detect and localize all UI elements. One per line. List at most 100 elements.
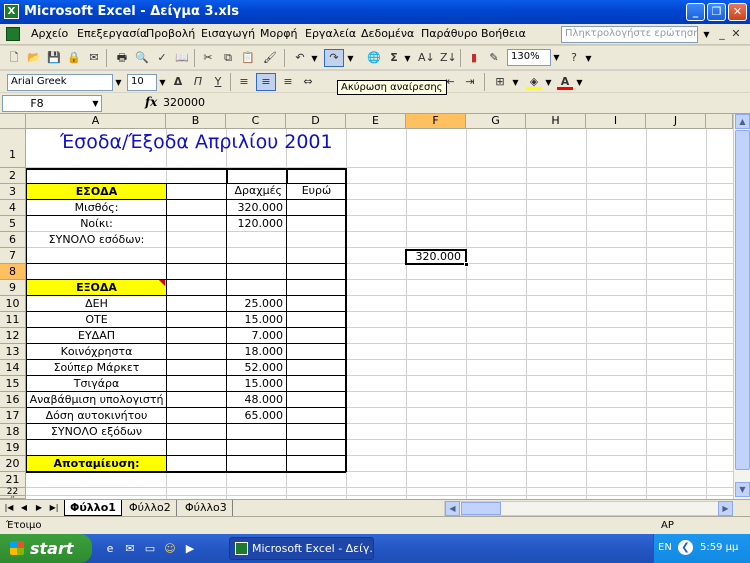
menu-format[interactable]: Μορφή [260,27,297,40]
bold-icon[interactable]: Δ [170,74,186,90]
sheet-tab-2[interactable]: Φύλλο2 [124,500,177,516]
outlook-icon[interactable]: ✉ [122,541,138,557]
taskbar-excel-button[interactable]: Microsoft Excel - Δείγ... [229,537,374,560]
expense-label[interactable]: ΔΕΗ [27,297,166,312]
row-header[interactable]: 20 [0,456,26,472]
formula-input[interactable]: 320000 [163,96,205,109]
scroll-up-icon[interactable]: ▲ [735,114,750,129]
font-color-icon[interactable]: A [557,74,573,90]
menu-window[interactable]: Παράθυρο [421,27,478,40]
select-all-corner[interactable] [0,114,26,129]
row-header[interactable]: 2 [0,168,26,184]
last-sheet-icon[interactable]: ▶| [48,502,60,514]
menu-data[interactable]: Δεδομένα [361,27,414,40]
row-header[interactable]: 5 [0,216,26,232]
expense-label[interactable]: ΕΥΔΑΠ [27,329,166,344]
column-header-a[interactable]: A [26,114,166,129]
column-header-i[interactable]: I [586,114,646,129]
header-euro[interactable]: Ευρώ [288,184,345,200]
income-header[interactable]: ΕΣΟΔΑ [27,185,166,200]
spelling-icon[interactable]: ✓ [154,50,170,66]
sheet-tab-1[interactable]: Φύλλο1 [64,500,122,516]
column-header-k[interactable] [706,114,733,129]
drawing-icon[interactable]: ✎ [486,50,502,66]
column-header-d[interactable]: D [286,114,346,129]
desktop-icon[interactable]: ▭ [142,541,158,557]
fill-color-dropdown-icon[interactable]: ▼ [543,75,554,90]
prev-sheet-icon[interactable]: ◀ [18,502,30,514]
expense-label[interactable]: Σούπερ Μάρκετ [27,361,166,376]
excel-app-icon[interactable]: X [4,4,19,19]
format-painter-icon[interactable]: 🖌 [262,50,278,66]
fill-handle[interactable] [464,262,469,267]
hyperlink-icon[interactable]: 🌐 [366,50,382,66]
row-header[interactable]: 8 [0,264,26,280]
autosum-dropdown-icon[interactable]: ▼ [402,51,413,66]
row-header[interactable]: 12 [0,328,26,344]
income-value[interactable]: 120.000 [227,217,284,232]
borders-dropdown-icon[interactable]: ▼ [510,75,521,90]
open-icon[interactable]: 📂 [26,50,42,66]
language-indicator[interactable]: EN [658,542,672,553]
research-icon[interactable]: 📖 [174,50,190,66]
autosum-icon[interactable]: Σ [386,50,402,66]
column-header-h[interactable]: H [526,114,586,129]
row-header[interactable]: 17 [0,408,26,424]
expense-label[interactable]: ΟΤΕ [27,313,166,328]
savings-label[interactable]: Αποταμίευση: [27,457,166,472]
help-icon[interactable]: ? [566,50,582,66]
merge-center-icon[interactable]: ⇔ [300,74,316,90]
copy-icon[interactable]: ⧉ [220,50,236,66]
document-icon[interactable] [6,27,20,41]
print-icon[interactable]: 🖶 [114,50,130,66]
row-header[interactable]: 7 [0,248,26,264]
column-header-j[interactable]: J [646,114,706,129]
menu-edit[interactable]: Επεξεργασία [77,27,147,40]
ie-icon[interactable]: e [102,541,118,557]
menu-help[interactable]: Βοήθεια [481,27,526,40]
redo-dropdown-icon[interactable]: ▼ [345,51,356,66]
row-header[interactable]: 15 [0,376,26,392]
scroll-thumb[interactable] [735,130,750,470]
row-header[interactable]: 6 [0,232,26,248]
underline-icon[interactable]: Υ [210,74,226,90]
increase-indent-icon[interactable]: ⇥ [462,74,478,90]
worksheet-grid[interactable]: A B C D E F G H I J 1 2 3 4 5 6 7 8 9 10… [0,114,733,499]
expenses-header[interactable]: ΕΞΟΔΑ [27,281,166,296]
expense-value[interactable]: 15.000 [227,313,284,328]
media-player-icon[interactable]: ▶ [182,541,198,557]
help-dropdown-icon[interactable]: ▼ [701,27,712,42]
close-button[interactable]: ✕ [728,3,747,21]
font-name-dropdown-icon[interactable]: ▼ [113,75,124,90]
expense-label[interactable]: Κοινόχρηστα [27,345,166,360]
italic-icon[interactable]: Π [190,74,206,90]
start-button[interactable]: start [0,534,92,563]
font-name-combo[interactable]: Arial Greek [7,74,113,91]
expense-value[interactable]: 25.000 [227,297,284,312]
undo-dropdown-icon[interactable]: ▼ [309,51,320,66]
row-header[interactable]: 16 [0,392,26,408]
expense-value[interactable]: 18.000 [227,345,284,360]
redo-icon[interactable]: ↷ [324,49,344,67]
paste-icon[interactable]: 📋 [240,50,256,66]
row-header[interactable]: 4 [0,200,26,216]
align-center-icon[interactable]: ≡ [256,73,276,91]
expense-value[interactable]: 7.000 [227,329,284,344]
chart-wizard-icon[interactable]: ▮ [466,50,482,66]
sort-descending-icon[interactable]: Z↓ [440,50,457,66]
income-label[interactable]: Μισθός: [27,201,166,216]
row-header[interactable]: 18 [0,424,26,440]
sheet-title[interactable]: Έσοδα/Έξοδα Απριλίου 2001 [60,130,333,166]
income-total-label[interactable]: ΣΥΝΟΛΟ εσόδων: [27,233,166,248]
align-right-icon[interactable]: ≡ [280,74,296,90]
column-header-e[interactable]: E [346,114,406,129]
vertical-scrollbar[interactable]: ▲ ▼ [733,114,750,499]
help-options-icon[interactable]: ▼ [583,51,594,66]
row-header[interactable]: 21 [0,472,26,488]
row-header[interactable]: 9 [0,280,26,296]
row-header[interactable]: 1 [0,129,26,168]
row-header[interactable]: 11 [0,312,26,328]
zoom-dropdown-icon[interactable]: ▼ [551,50,562,65]
expense-label[interactable]: Δόση αυτοκινήτου [27,409,166,424]
menu-view[interactable]: Προβολή [146,27,195,40]
